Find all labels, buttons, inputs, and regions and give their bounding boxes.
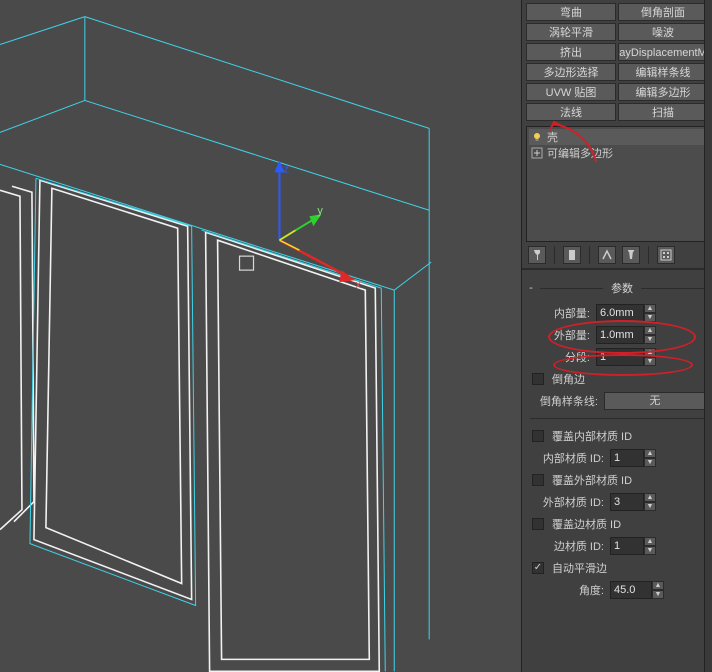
override-edge-matid-checkbox[interactable]	[532, 518, 544, 530]
spin-down-icon[interactable]: ▼	[644, 502, 656, 511]
stack-item-editablepoly[interactable]: 可编辑多边形	[529, 145, 705, 161]
mod-btn-turbosmooth[interactable]: 涡轮平滑	[526, 23, 616, 41]
svg-text:z: z	[283, 163, 288, 175]
inner-matid-input[interactable]	[610, 449, 644, 467]
params-body: 内部量: ▲▼ 外部量: ▲▼ 分段: ▲▼ 倒角边 倒角样条线:	[522, 300, 712, 607]
mod-btn-sweep[interactable]: 扫描	[618, 103, 708, 121]
inner-amount-input[interactable]	[596, 304, 644, 322]
remove-modifier-btn[interactable]	[622, 246, 640, 264]
override-inner-matid-checkbox[interactable]	[532, 430, 544, 442]
segments-input[interactable]	[596, 348, 644, 366]
bevel-spline-button[interactable]: 无	[604, 392, 706, 410]
angle-input[interactable]	[610, 581, 652, 599]
make-unique-btn[interactable]	[598, 246, 616, 264]
outer-matid-spinner[interactable]: ▲▼	[610, 493, 656, 511]
viewport-3d[interactable]: z y x	[0, 0, 522, 672]
rollout-toggle[interactable]: -	[526, 282, 536, 294]
spin-down-icon[interactable]: ▼	[644, 313, 656, 322]
edge-matid-input[interactable]	[610, 537, 644, 555]
edge-matid-label: 边材质 ID:	[528, 538, 606, 554]
override-edge-matid-label: 覆盖边材质 ID	[552, 516, 621, 532]
stack-item-label: 壳	[547, 129, 558, 145]
spin-down-icon[interactable]: ▼	[644, 335, 656, 344]
bevel-spline-label: 倒角样条线:	[528, 393, 600, 409]
mod-btn-editpoly[interactable]: 编辑多边形	[618, 83, 708, 101]
segments-spinner[interactable]: ▲▼	[596, 348, 656, 366]
override-outer-matid-label: 覆盖外部材质 ID	[552, 472, 632, 488]
angle-label: 角度:	[528, 582, 606, 598]
viewport-canvas: z y x	[0, 0, 521, 672]
lightbulb-icon	[531, 131, 543, 143]
angle-spinner[interactable]: ▲▼	[610, 581, 664, 599]
spin-up-icon[interactable]: ▲	[644, 493, 656, 502]
configure-sets-btn[interactable]	[657, 246, 675, 264]
spin-up-icon[interactable]: ▲	[644, 304, 656, 313]
mod-btn-displacement[interactable]: ayDisplacementM	[618, 43, 708, 61]
modifier-sets: 弯曲 倒角剖面 涡轮平滑 噪波 挤出 ayDisplacementM 多边形选择…	[522, 0, 712, 122]
bevel-edges-checkbox[interactable]	[532, 373, 544, 385]
stack-item-shell[interactable]: 壳	[529, 129, 705, 145]
svg-text:x: x	[355, 279, 361, 291]
stack-item-label: 可编辑多边形	[547, 145, 613, 161]
mod-btn-normal[interactable]: 法线	[526, 103, 616, 121]
autosmooth-checkbox[interactable]	[532, 562, 544, 574]
spin-down-icon[interactable]: ▼	[644, 546, 656, 555]
rollout-title: 参数	[607, 280, 637, 296]
spin-up-icon[interactable]: ▲	[644, 348, 656, 357]
segments-label: 分段:	[528, 349, 592, 365]
spin-down-icon[interactable]: ▼	[644, 357, 656, 366]
svg-text:y: y	[317, 205, 323, 217]
show-end-result-btn[interactable]	[563, 246, 581, 264]
stack-toolbar	[522, 242, 712, 266]
mod-btn-polyselect[interactable]: 多边形选择	[526, 63, 616, 81]
inner-amount-label: 内部量:	[528, 305, 592, 321]
mod-btn-editspline[interactable]: 编辑样条线	[618, 63, 708, 81]
rollout-header-params[interactable]: - 参数	[526, 280, 708, 296]
spin-up-icon[interactable]: ▲	[644, 537, 656, 546]
mod-btn-noise[interactable]: 噪波	[618, 23, 708, 41]
modifier-stack[interactable]: 壳 可编辑多边形	[526, 126, 708, 242]
edge-matid-spinner[interactable]: ▲▼	[610, 537, 656, 555]
expand-icon[interactable]	[531, 147, 543, 159]
pin-stack-btn[interactable]	[528, 246, 546, 264]
spin-up-icon[interactable]: ▲	[644, 326, 656, 335]
spin-down-icon[interactable]: ▼	[652, 590, 664, 599]
outer-matid-input[interactable]	[610, 493, 644, 511]
outer-amount-label: 外部量:	[528, 327, 592, 343]
inner-matid-label: 内部材质 ID:	[528, 450, 606, 466]
outer-amount-spinner[interactable]: ▲▼	[596, 326, 656, 344]
command-panel: 弯曲 倒角剖面 涡轮平滑 噪波 挤出 ayDisplacementM 多边形选择…	[522, 0, 712, 672]
spin-up-icon[interactable]: ▲	[652, 581, 664, 590]
outer-matid-label: 外部材质 ID:	[528, 494, 606, 510]
outer-amount-input[interactable]	[596, 326, 644, 344]
mod-btn-uvwmap[interactable]: UVW 贴图	[526, 83, 616, 101]
bevel-edges-label: 倒角边	[552, 371, 585, 387]
mod-btn-extrude[interactable]: 挤出	[526, 43, 616, 61]
autosmooth-label: 自动平滑边	[552, 560, 607, 576]
mod-btn-bend[interactable]: 弯曲	[526, 3, 616, 21]
override-inner-matid-label: 覆盖内部材质 ID	[552, 428, 632, 444]
spin-down-icon[interactable]: ▼	[644, 458, 656, 467]
override-outer-matid-checkbox[interactable]	[532, 474, 544, 486]
inner-matid-spinner[interactable]: ▲▼	[610, 449, 656, 467]
panel-scroll-track[interactable]	[704, 0, 712, 672]
inner-amount-spinner[interactable]: ▲▼	[596, 304, 656, 322]
mod-btn-bevel-profile[interactable]: 倒角剖面	[618, 3, 708, 21]
spin-up-icon[interactable]: ▲	[644, 449, 656, 458]
